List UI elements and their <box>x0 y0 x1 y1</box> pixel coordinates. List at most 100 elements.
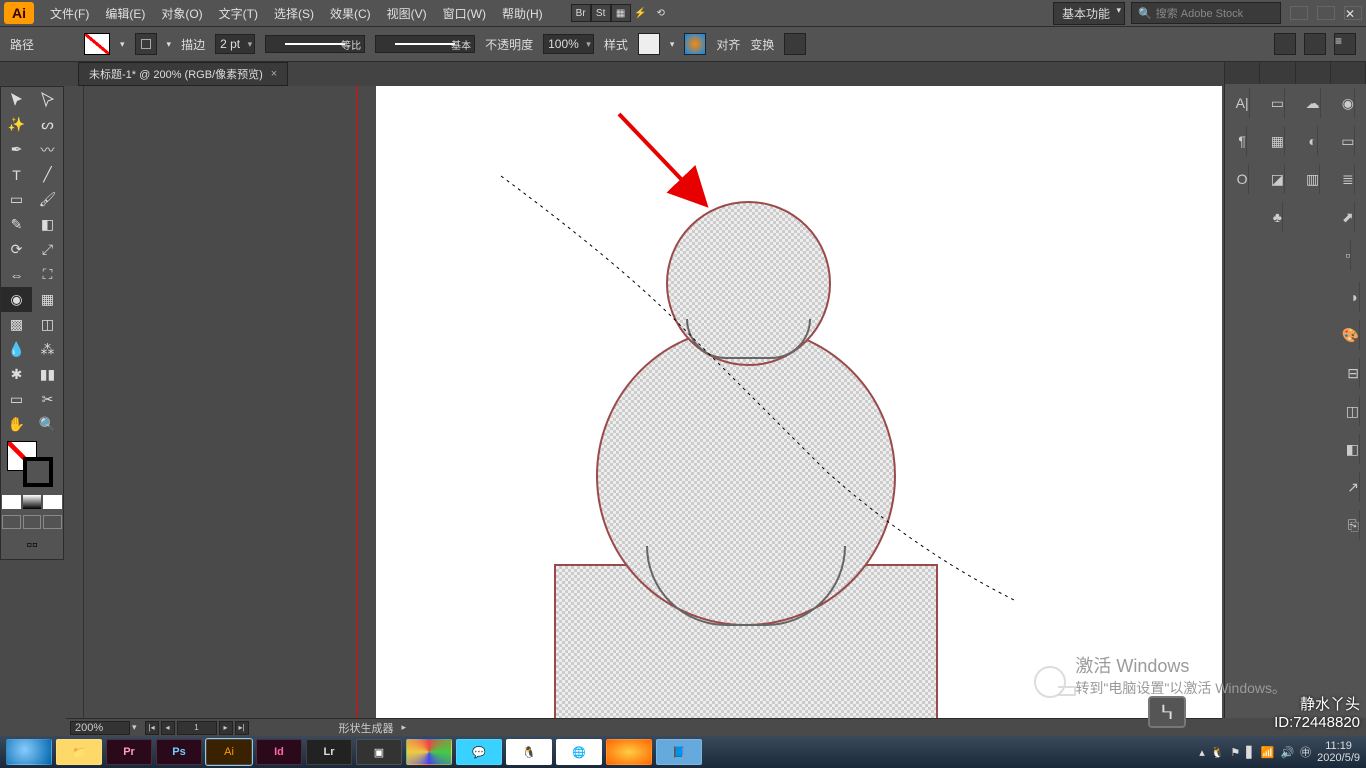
transform-label[interactable]: 变换 <box>750 36 774 53</box>
brush-definition[interactable]: 基本 <box>375 35 475 53</box>
taskbar-app-premiere[interactable]: Pr <box>106 739 152 765</box>
color-mode-solid[interactable] <box>2 495 21 509</box>
tray-qq-icon[interactable]: 🐧 <box>1211 746 1225 759</box>
color-mode-none[interactable] <box>43 495 62 509</box>
menu-file[interactable]: 文件(F) <box>42 5 97 22</box>
taskbar-app-browser[interactable] <box>6 739 52 765</box>
menu-window[interactable]: 窗口(W) <box>435 5 494 22</box>
taskbar-app-xtreme[interactable] <box>406 739 452 765</box>
taskbar-app-lightroom[interactable]: Lr <box>306 739 352 765</box>
zoom-tool[interactable]: 🔍 <box>32 412 63 437</box>
align-label[interactable]: 对齐 <box>716 36 740 53</box>
align-panel-icon[interactable] <box>1304 33 1326 55</box>
mesh-tool[interactable]: ▩ <box>1 312 32 337</box>
stock-search[interactable]: 🔍搜索 Adobe Stock <box>1131 2 1281 24</box>
rotate-tool[interactable]: ⟳ <box>1 237 32 262</box>
sync-icon[interactable]: ⟲ <box>651 4 671 22</box>
opentype-panel-icon[interactable]: O <box>1237 164 1249 194</box>
shape-builder-tool[interactable]: ◉ <box>1 287 32 312</box>
taskbar-app-photoshop[interactable]: Ps <box>156 739 202 765</box>
menu-select[interactable]: 选择(S) <box>266 5 322 22</box>
color-panel-icon[interactable]: ◗ <box>1351 282 1360 312</box>
tray-up-icon[interactable]: ▴ <box>1199 746 1205 759</box>
lasso-tool[interactable]: ᔕ <box>32 112 63 137</box>
paragraph-panel-icon[interactable]: ¶ <box>1238 126 1247 156</box>
perspective-grid-tool[interactable]: ▦ <box>32 287 63 312</box>
dock-tab[interactable] <box>1225 62 1260 84</box>
links-panel-icon[interactable]: ⎘ <box>1348 510 1360 540</box>
taskbar-app-media[interactable]: ▣ <box>356 739 402 765</box>
tray-flag-icon[interactable]: ⚑ <box>1230 746 1240 759</box>
brushes-panel-icon[interactable]: ◐ <box>1308 126 1317 156</box>
color-mode-gradient[interactable] <box>23 495 42 509</box>
menu-type[interactable]: 文字(T) <box>211 5 266 22</box>
pen-tool[interactable]: ✒ <box>1 137 32 162</box>
taskbar-app-illustrator[interactable]: Ai <box>206 739 252 765</box>
direct-selection-tool[interactable] <box>32 87 63 112</box>
rectangle-tool[interactable]: ▭ <box>1 187 32 212</box>
column-graph-tool[interactable]: ▮▮ <box>32 362 63 387</box>
paintbrush-tool[interactable]: 🖌 <box>32 187 63 212</box>
menu-edit[interactable]: 编辑(E) <box>97 5 153 22</box>
tray-volume-icon[interactable]: 🔊 <box>1280 746 1294 759</box>
window-close[interactable]: ✕ <box>1344 6 1362 20</box>
tray-network-icon[interactable]: 📶 <box>1261 746 1275 759</box>
eraser-tool[interactable]: ◧ <box>32 212 63 237</box>
taskbar-app-indesign[interactable]: Id <box>256 739 302 765</box>
pathfinder-panel-icon[interactable]: ◪ <box>1271 164 1285 194</box>
taskbar-app-explorer[interactable]: 📁 <box>56 739 102 765</box>
menu-help[interactable]: 帮助(H) <box>494 5 551 22</box>
next-artboard-icon[interactable]: ▸ <box>219 721 233 735</box>
stroke-panel-icon[interactable]: ⊟ <box>1347 358 1360 388</box>
scale-tool[interactable]: ⤢ <box>32 237 63 262</box>
canvas-area[interactable] <box>66 86 1222 718</box>
export-panel-icon[interactable]: ↗ <box>1347 472 1360 502</box>
width-tool[interactable]: ⇔ <box>1 262 32 287</box>
asset-export-icon[interactable]: ⬈ <box>1342 202 1355 232</box>
gpu-icon[interactable]: ⚡ <box>631 4 651 22</box>
opacity-input[interactable]: 100% <box>543 34 594 54</box>
tray-battery-icon[interactable]: ▋ <box>1246 746 1254 759</box>
taskbar-app-chat[interactable]: 💬 <box>456 739 502 765</box>
free-transform-tool[interactable]: ⛶ <box>32 262 63 287</box>
document-tab[interactable]: 未标题-1* @ 200% (RGB/像素预览) × <box>78 62 288 86</box>
selection-tool[interactable] <box>1 87 32 112</box>
last-artboard-icon[interactable]: ▸| <box>235 721 249 735</box>
stroke-dropdown-icon[interactable]: ▾ <box>167 39 172 50</box>
isolate-icon[interactable] <box>784 33 806 55</box>
artboard-number[interactable]: 1 <box>177 721 217 735</box>
workspace-switcher[interactable]: 基本功能 <box>1053 2 1125 25</box>
gradient-tool[interactable]: ◫ <box>32 312 63 337</box>
hand-tool[interactable]: ✋ <box>1 412 32 437</box>
appearance-panel-icon[interactable]: ◉ <box>1342 88 1355 118</box>
recolor-artwork-icon[interactable] <box>684 33 706 55</box>
line-tool[interactable]: ╱ <box>32 162 63 187</box>
zoom-dropdown-icon[interactable]: ▾ <box>132 722 137 733</box>
essentials-icon[interactable] <box>1274 33 1296 55</box>
transform-panel-icon[interactable]: ▦ <box>1271 126 1285 156</box>
fill-dropdown-icon[interactable]: ▾ <box>120 39 125 50</box>
gradient-panel-icon[interactable]: ◫ <box>1346 396 1360 426</box>
blend-tool[interactable]: ⁂ <box>32 337 63 362</box>
tray-time[interactable]: 11:19 <box>1317 740 1360 752</box>
taskbar-app-qq[interactable]: 🐧 <box>506 739 552 765</box>
slice-tool[interactable]: ✂ <box>32 387 63 412</box>
fill-stroke-control[interactable] <box>1 437 63 493</box>
align-panel-icon[interactable]: ▭ <box>1271 88 1285 118</box>
zoom-level[interactable]: 200% <box>70 721 130 735</box>
taskbar-app-chrome[interactable]: 🌐 <box>556 739 602 765</box>
dock-tab[interactable] <box>1331 62 1366 84</box>
draw-behind[interactable] <box>23 515 42 529</box>
graphic-style[interactable] <box>638 33 660 55</box>
stroke-weight-input[interactable]: 2 pt <box>215 34 255 54</box>
window-restore[interactable] <box>1317 6 1335 20</box>
artboards-panel-icon[interactable]: ▫ <box>1345 240 1351 270</box>
layers-panel-icon[interactable]: ≣ <box>1342 164 1355 194</box>
tray-date[interactable]: 2020/5/9 <box>1317 752 1360 764</box>
tray-ime-icon[interactable]: ㊥ <box>1300 744 1311 760</box>
guide-line[interactable] <box>356 86 357 718</box>
variable-width-profile[interactable]: 等比 <box>265 35 365 53</box>
window-minimize[interactable] <box>1290 6 1308 20</box>
first-artboard-icon[interactable]: |◂ <box>145 721 159 735</box>
prefs-icon[interactable]: ≡ <box>1334 33 1356 55</box>
